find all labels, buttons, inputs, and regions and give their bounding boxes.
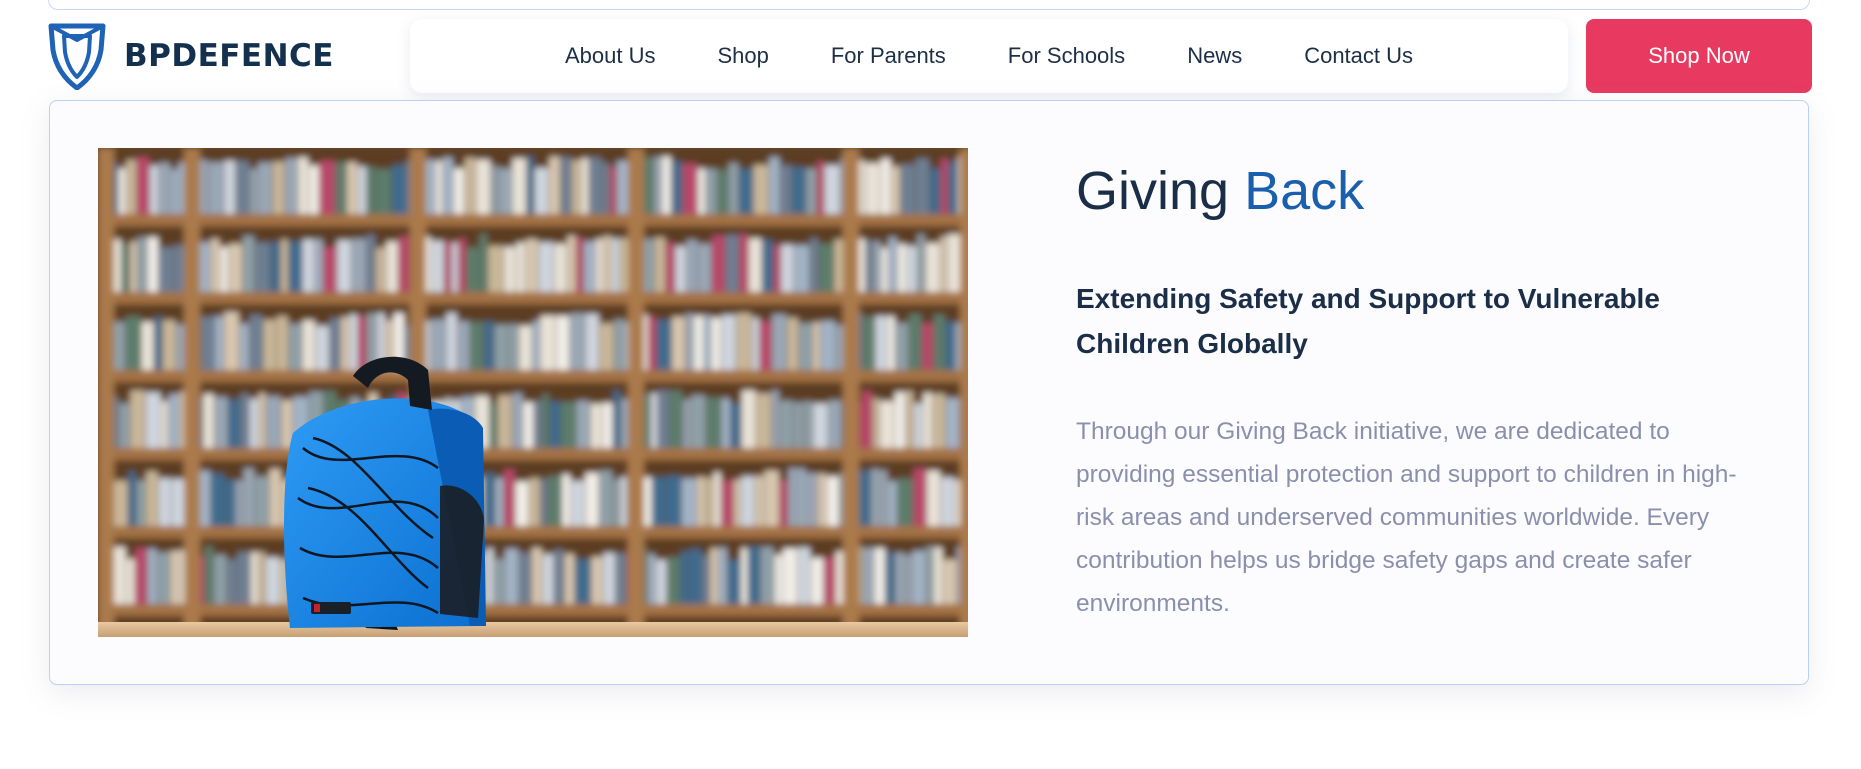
title-part-1: Giving [1076, 161, 1230, 221]
backpack-library-photo [98, 148, 968, 637]
brand-name: BPDEFENCE [124, 38, 334, 74]
section-body: Through our Giving Back initiative, we a… [1076, 418, 1737, 618]
giving-back-section: Giving Back Extending Safety and Support… [49, 100, 1809, 685]
shield-icon [48, 22, 106, 90]
section-title: Giving Back [1076, 161, 1756, 221]
shop-now-button[interactable]: Shop Now [1586, 19, 1812, 93]
brand-logo[interactable]: BPDEFENCE [48, 21, 398, 91]
nav-for-schools[interactable]: For Schools [1008, 43, 1125, 69]
nav-about-us[interactable]: About Us [565, 43, 656, 69]
giving-back-content: Giving Back Extending Safety and Support… [1076, 161, 1756, 625]
title-part-2: Back [1244, 161, 1365, 221]
main-nav: About Us Shop For Parents For Schools Ne… [410, 19, 1568, 93]
site-header: BPDEFENCE About Us Shop For Parents For … [48, 18, 1812, 96]
nav-for-parents[interactable]: For Parents [831, 43, 946, 69]
top-strip [48, 0, 1810, 10]
nav-news[interactable]: News [1187, 43, 1242, 69]
section-subtitle: Extending Safety and Support to Vulnerab… [1076, 283, 1660, 360]
nav-shop[interactable]: Shop [717, 43, 768, 69]
nav-contact-us[interactable]: Contact Us [1304, 43, 1413, 69]
